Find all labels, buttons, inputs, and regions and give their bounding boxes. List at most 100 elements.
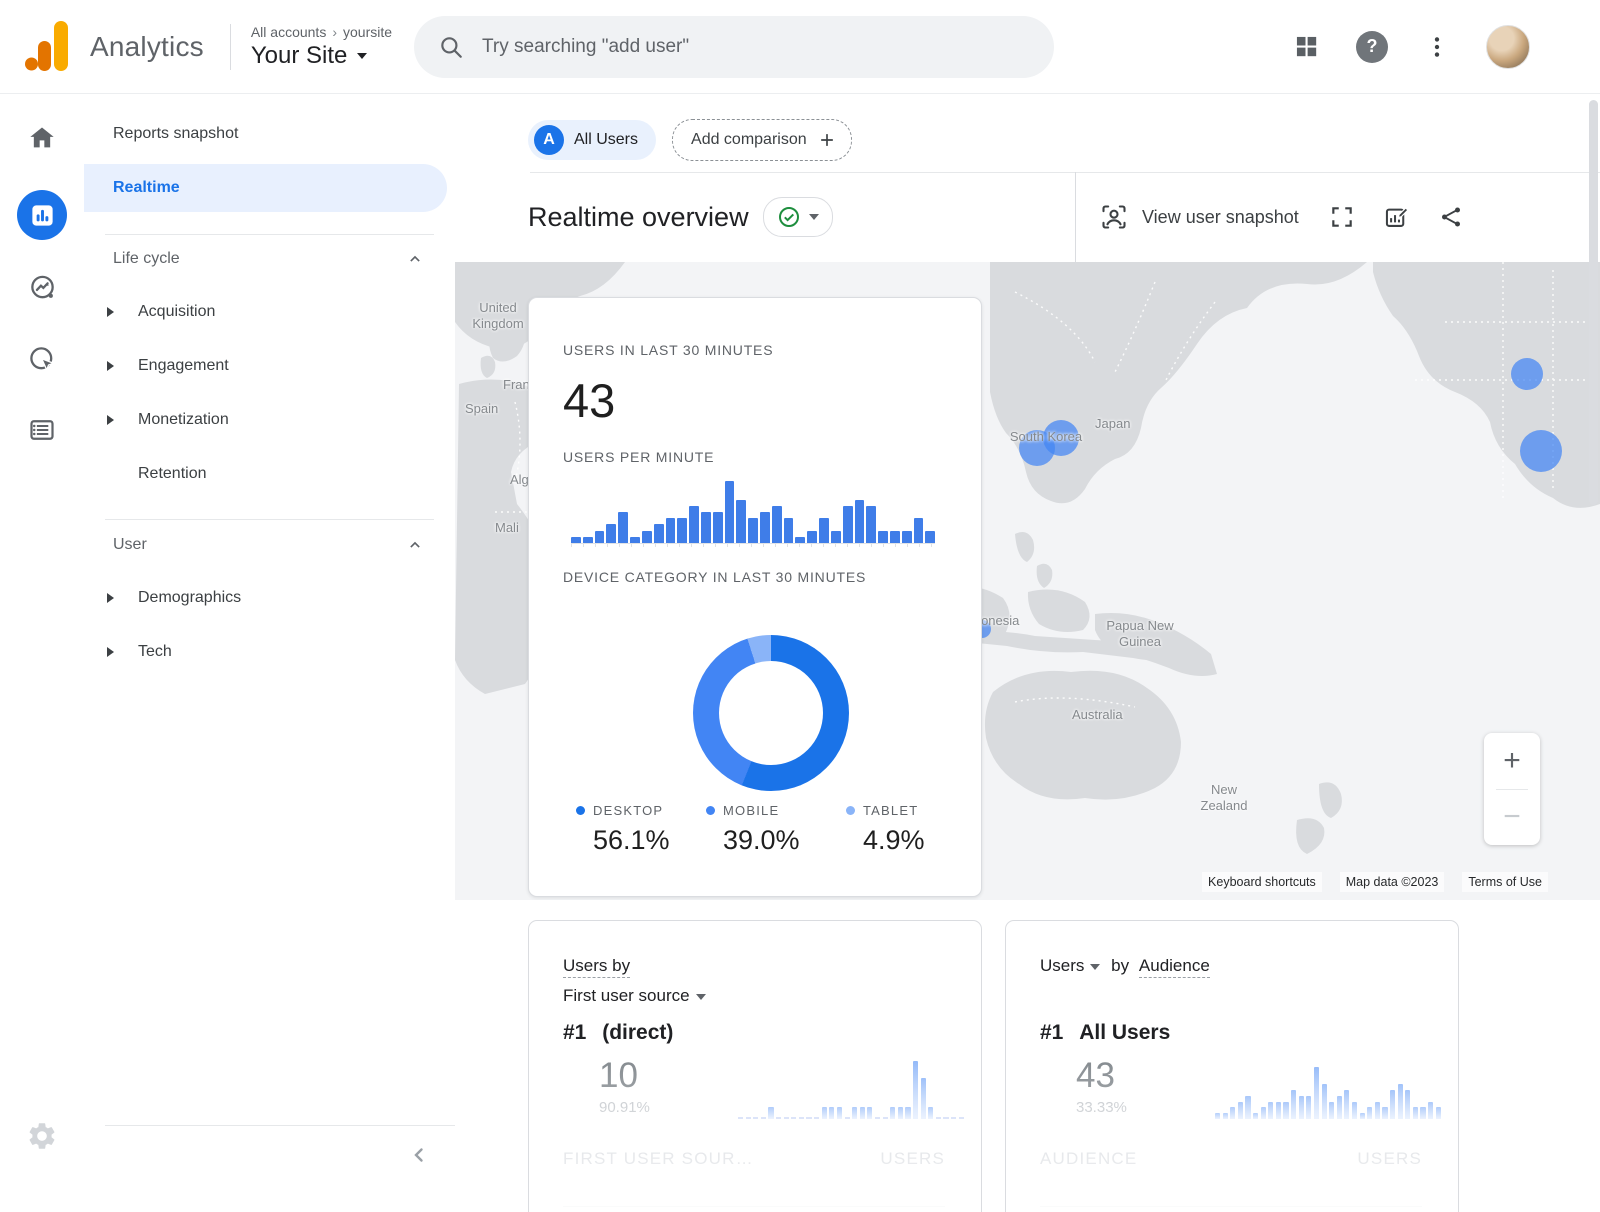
nav-divider [105,519,434,520]
rank-number: #1 [563,1021,586,1044]
map-zoom-in-button[interactable]: + [1484,733,1540,789]
nav-section-life-cycle[interactable]: Life cycle [84,235,447,283]
nav-label: Monetization [138,411,229,429]
metric-selector[interactable]: Users [1040,956,1105,975]
chevron-up-icon [405,535,425,560]
dashboards-grid-icon[interactable] [1293,33,1320,60]
nav-divider [105,1125,455,1126]
user-snapshot-icon [1100,203,1128,231]
help-icon[interactable]: ? [1356,31,1388,63]
property-selector[interactable]: Your Site [251,42,392,70]
metric-selector[interactable]: Users by [563,956,630,978]
page-title: Realtime overview [528,202,749,233]
nav-section-label: User [113,536,147,554]
tablet-percentage: 4.9% [863,825,925,856]
nav-item-demographics[interactable]: Demographics [84,574,447,622]
nav-item-tech[interactable]: Tech [84,628,447,676]
chip-label: All Users [574,131,638,149]
share-icon[interactable] [1438,204,1464,230]
chevron-down-icon [1090,964,1100,970]
dimension-cards-row: Users by First user source #1 (direct) 1… [528,920,1459,1212]
dimension-selector[interactable]: Audience [1139,956,1210,978]
table-divider [1040,1206,1422,1207]
expand-arrow-icon [107,307,114,317]
google-analytics-logo-icon[interactable] [24,19,70,75]
rail-explore-icon[interactable] [0,273,84,302]
report-toolbar: View user snapshot [1075,172,1600,262]
metric-share: 90.91% [599,1099,650,1117]
nav-item-reports-snapshot[interactable]: Reports snapshot [84,110,447,158]
users-per-minute-chart [571,481,935,544]
rail-home-icon[interactable] [0,124,84,152]
nav-item-retention[interactable]: Retention [84,450,447,498]
keyboard-shortcuts-link[interactable]: Keyboard shortcuts [1202,872,1322,892]
comparison-bar: A All Users Add comparison [528,119,852,161]
audience-sparkline [1215,1061,1441,1119]
nav-item-monetization[interactable]: Monetization [84,396,447,444]
settings-gear-icon[interactable] [0,1120,84,1152]
rail-advertising-icon[interactable] [0,345,84,374]
nav-item-realtime[interactable]: Realtime [84,164,447,212]
breadcrumb[interactable]: All accounts › yoursite [251,24,392,40]
nav-item-acquisition[interactable]: Acquisition [84,288,447,336]
map-zoom-out-button[interactable]: − [1484,790,1540,846]
card-title: Users by Audience [1040,951,1210,981]
header-actions: ? [1293,25,1530,69]
app-name: Analytics [90,31,204,63]
metric-share: 33.33% [1076,1099,1127,1117]
legend-desktop: DESKTOP 56.1% [576,803,670,856]
top-row: #1 All Users [1040,1021,1170,1045]
user-avatar[interactable] [1486,25,1530,69]
map-label-mali: Mali [495,520,519,536]
search-input[interactable] [480,35,1030,59]
collapse-nav-button[interactable] [402,1138,436,1172]
mobile-percentage: 39.0% [723,825,800,856]
legend-mobile: MOBILE 39.0% [706,803,800,856]
rail-library-icon[interactable] [0,416,84,444]
realtime-geo-map[interactable]: United Kingdom France Spain Algeria Mali… [455,262,1600,900]
reports-active-indicator [17,190,67,240]
legend-label: DESKTOP [593,803,663,818]
column-header-users: USERS [1357,1149,1422,1169]
map-zoom-control: + − [1484,733,1540,845]
card-title: Users by First user source [563,951,706,1011]
legend-label: TABLET [863,803,918,818]
tablet-legend-dot [846,806,855,815]
first-user-source-sparkline [738,1061,964,1119]
search-bar[interactable] [414,16,1054,78]
search-icon [438,34,464,60]
nav-section-user[interactable]: User [84,521,447,569]
chevron-down-icon [809,214,819,220]
nav-item-engagement[interactable]: Engagement [84,342,447,390]
add-comparison-button[interactable]: Add comparison [672,119,852,161]
donut-hole [719,661,823,765]
map-label-japan: Japan [1095,416,1130,432]
rail-reports-icon[interactable] [0,190,84,240]
metric-value: 43 [1076,1056,1115,1096]
view-user-snapshot-button[interactable]: View user snapshot [1100,203,1299,231]
navigation-rail [0,94,85,1212]
map-label-south-korea: South Korea [998,429,1094,445]
help-glyph: ? [1367,36,1378,57]
all-users-chip[interactable]: A All Users [528,120,656,160]
map-label-australia: Australia [1072,707,1123,723]
dimension-selector[interactable]: First user source [563,986,706,1005]
data-quality-badge[interactable] [763,197,833,237]
metric-label: Users [1040,956,1084,975]
page-scrollbar[interactable] [1589,100,1598,505]
map-label-united-kingdom: United Kingdom [463,300,533,332]
nav-label: Reports snapshot [113,125,238,143]
fullscreen-icon[interactable] [1329,204,1355,230]
chart-axis-ticks [571,544,935,547]
map-label-new-zealand: New Zealand [1184,782,1264,814]
column-header-users: USERS [880,1149,945,1169]
column-header-dimension: AUDIENCE [1040,1149,1137,1169]
analytics-app: Analytics All accounts › yoursite Your S… [0,0,1600,1212]
desktop-legend-dot [576,806,585,815]
realtime-overview-card: USERS IN LAST 30 MINUTES 43 USERS PER MI… [528,297,982,897]
customize-report-icon[interactable] [1383,204,1410,231]
terms-of-use-link[interactable]: Terms of Use [1462,872,1548,892]
more-menu-icon[interactable] [1424,34,1450,60]
breadcrumb-separator-icon: › [332,24,337,40]
users-by-first-user-source-card: Users by First user source #1 (direct) 1… [528,920,982,1212]
